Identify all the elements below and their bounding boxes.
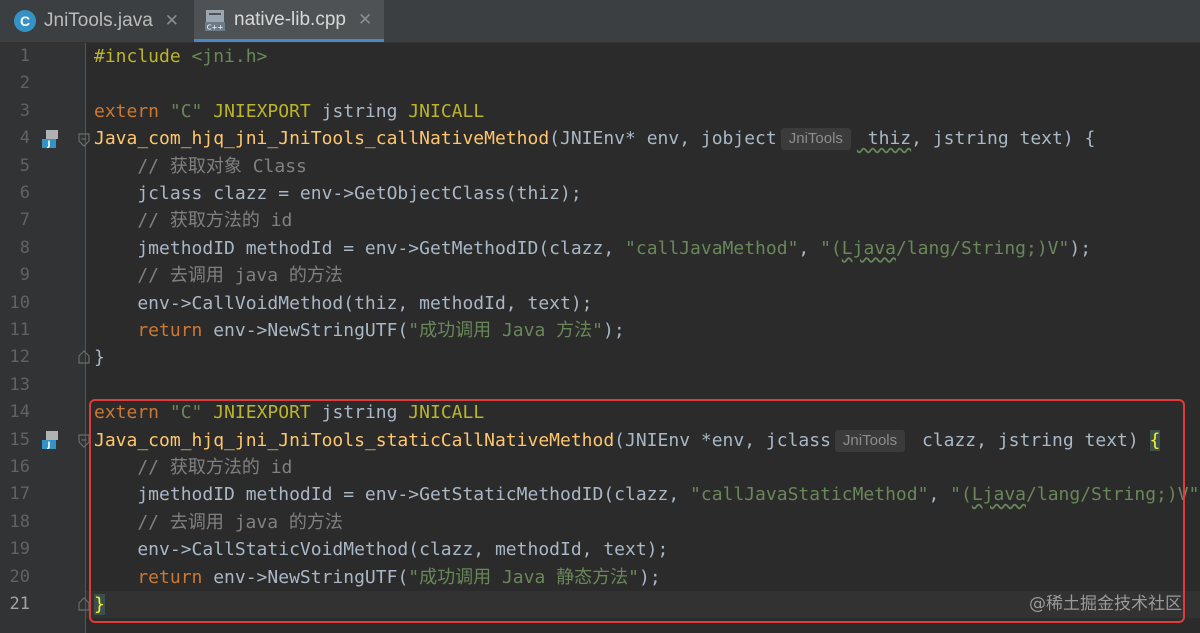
string-literal: "C": [159, 100, 203, 122]
annotation-highlight-box: [89, 399, 1185, 623]
line-number: 17: [9, 484, 30, 505]
keyword: extern: [94, 100, 160, 122]
preprocessor-directive: #include: [94, 46, 181, 67]
string-literal: "(: [820, 237, 842, 259]
navigate-to-java-icon[interactable]: J: [40, 128, 62, 150]
java-class-icon: C: [14, 10, 36, 32]
editor-tab-bar: C JniTools.java ✕ C++ native-lib.cpp ✕: [0, 0, 1200, 43]
line-number: 10: [9, 292, 30, 313]
code-text: );: [1069, 237, 1092, 259]
line-number: 14: [9, 402, 30, 423]
svg-text:J: J: [47, 140, 51, 149]
type: jstring: [310, 100, 398, 122]
code-line-3: extern "C" JNIEXPORT jstring JNICALL: [94, 98, 484, 125]
line-number: 2: [19, 73, 30, 94]
watermark: @稀土掘金技术社区: [1029, 594, 1182, 614]
macro: JNICALL: [397, 100, 485, 122]
line-number: 8: [19, 237, 30, 258]
function-name: Java_com_hjq_jni_JniTools_callNativeMeth…: [94, 128, 550, 150]
line-number: 4: [19, 128, 30, 149]
svg-text:C++: C++: [207, 23, 224, 31]
line-number: 5: [19, 155, 30, 176]
include-path: <jni.h>: [180, 46, 268, 67]
close-icon[interactable]: ✕: [358, 10, 372, 30]
code-line-1: #include <jni.h>: [94, 43, 267, 70]
line-number: 6: [19, 183, 30, 203]
svg-text:J: J: [47, 441, 51, 450]
code-text: env->NewStringUTF(: [202, 320, 409, 341]
navigate-to-java-icon[interactable]: J: [40, 429, 62, 451]
line-number: 16: [9, 457, 30, 477]
tab-label: JniTools.java: [44, 10, 153, 31]
code-text: (JNIEnv* env, jobject: [549, 128, 777, 150]
line-number: 13: [9, 374, 30, 395]
code-line-4: Java_com_hjq_jni_JniTools_callNativeMeth…: [94, 125, 1095, 152]
code-text: );: [602, 320, 625, 341]
line-number: 12: [9, 347, 30, 368]
line-number: 7: [19, 210, 30, 231]
code-line-8: jmethodID methodId = env->GetMethodID(cl…: [94, 235, 1091, 262]
string-literal: /lang/String;)V": [895, 237, 1070, 259]
code-text: , jstring text) {: [911, 128, 1096, 150]
code-line-7: // 获取方法的 id: [94, 210, 293, 232]
line-number: 3: [19, 100, 30, 121]
parameter-type-hint: JniTools: [780, 128, 851, 151]
code-line-10: env->CallVoidMethod(thiz, methodId, text…: [94, 292, 593, 314]
code-line-9: // 去调用 java 的方法: [94, 265, 343, 287]
close-icon[interactable]: ✕: [165, 11, 179, 31]
keyword: return: [94, 320, 203, 341]
code-line-5: // 获取对象 Class: [94, 155, 307, 177]
code-line-6: jclass clazz = env->GetObjectClass(thiz)…: [94, 183, 582, 204]
tab-native-lib-cpp[interactable]: C++ native-lib.cpp ✕: [194, 0, 385, 42]
string-literal: Ljava: [841, 237, 896, 259]
code-line-12: }: [94, 347, 105, 369]
macro: JNIEXPORT: [202, 100, 311, 122]
line-number: 21: [9, 594, 30, 614]
code-text: ,: [798, 237, 821, 259]
code-text: thiz: [856, 128, 912, 150]
code-line-11: return env->NewStringUTF("成功调用 Java 方法")…: [94, 317, 625, 344]
line-number: 19: [9, 539, 30, 560]
tab-label: native-lib.cpp: [234, 8, 346, 30]
line-number: 18: [9, 511, 30, 532]
line-number: 15: [9, 429, 30, 450]
string-literal: "成功调用 Java 方法": [408, 320, 603, 341]
line-number: 20: [9, 566, 30, 587]
line-number: 9: [19, 265, 30, 286]
cpp-file-icon: C++: [204, 8, 226, 32]
string-literal: "callJavaMethod": [625, 237, 799, 259]
code-text: jmethodID methodId = env->GetMethodID(cl…: [94, 237, 626, 259]
line-number: 1: [19, 46, 30, 66]
line-number: 11: [9, 320, 30, 340]
tab-jnitools-java[interactable]: C JniTools.java ✕: [14, 0, 179, 42]
